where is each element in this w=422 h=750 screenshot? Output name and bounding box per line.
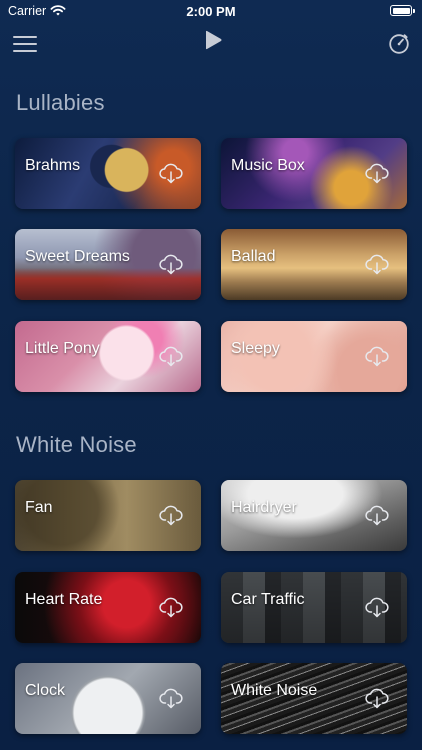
tile-fan[interactable]: Fan	[15, 480, 201, 551]
tile-label: Fan	[25, 499, 53, 516]
tile-label: Heart Rate	[25, 591, 103, 608]
cloud-download-icon[interactable]	[365, 596, 389, 618]
tile-brahms[interactable]: Brahms	[15, 138, 201, 209]
tile-little-pony[interactable]: Little Pony	[15, 321, 201, 392]
tile-music-box[interactable]: Music Box	[221, 138, 407, 209]
tile-label: Sleepy	[231, 340, 280, 357]
cloud-download-icon[interactable]	[159, 504, 183, 526]
tile-sleepy[interactable]: Sleepy	[221, 321, 407, 392]
section-title-lullabies: Lullabies	[16, 90, 105, 115]
tile-white-noise[interactable]: White Noise	[221, 663, 407, 734]
play-icon[interactable]	[203, 30, 223, 50]
tile-label: Ballad	[231, 248, 276, 265]
cloud-download-icon[interactable]	[365, 253, 389, 275]
tile-clock[interactable]: Clock	[15, 663, 201, 734]
tile-label: Brahms	[25, 157, 81, 174]
status-time: 2:00 PM	[186, 4, 236, 19]
cloud-download-icon[interactable]	[365, 162, 389, 184]
cloud-download-icon[interactable]	[365, 687, 389, 709]
hamburger-menu-icon[interactable]	[13, 36, 37, 52]
tile-label: Hairdryer	[231, 499, 297, 516]
tile-label: Sweet Dreams	[25, 248, 130, 265]
tile-label: Music Box	[231, 157, 305, 174]
cloud-download-icon[interactable]	[159, 596, 183, 618]
tile-label: White Noise	[231, 682, 318, 699]
timer-icon[interactable]	[388, 32, 410, 54]
battery-icon	[390, 5, 415, 16]
tile-heart-rate[interactable]: Heart Rate	[15, 572, 201, 643]
tile-car-traffic[interactable]: Car Traffic	[221, 572, 407, 643]
tile-hairdryer[interactable]: Hairdryer	[221, 480, 407, 551]
tile-sweet-dreams[interactable]: Sweet Dreams	[15, 229, 201, 300]
tile-label: Car Traffic	[231, 591, 305, 608]
cloud-download-icon[interactable]	[159, 253, 183, 275]
section-title-white-noise: White Noise	[16, 432, 137, 457]
cloud-download-icon[interactable]	[159, 687, 183, 709]
tile-label: Clock	[25, 682, 66, 699]
tile-label: Little Pony	[25, 340, 100, 357]
cloud-download-icon[interactable]	[159, 162, 183, 184]
status-bar: Carrier 2:00 PM	[0, 0, 422, 24]
cloud-download-icon[interactable]	[365, 345, 389, 367]
tile-ballad[interactable]: Ballad	[221, 229, 407, 300]
cloud-download-icon[interactable]	[159, 345, 183, 367]
cloud-download-icon[interactable]	[365, 504, 389, 526]
